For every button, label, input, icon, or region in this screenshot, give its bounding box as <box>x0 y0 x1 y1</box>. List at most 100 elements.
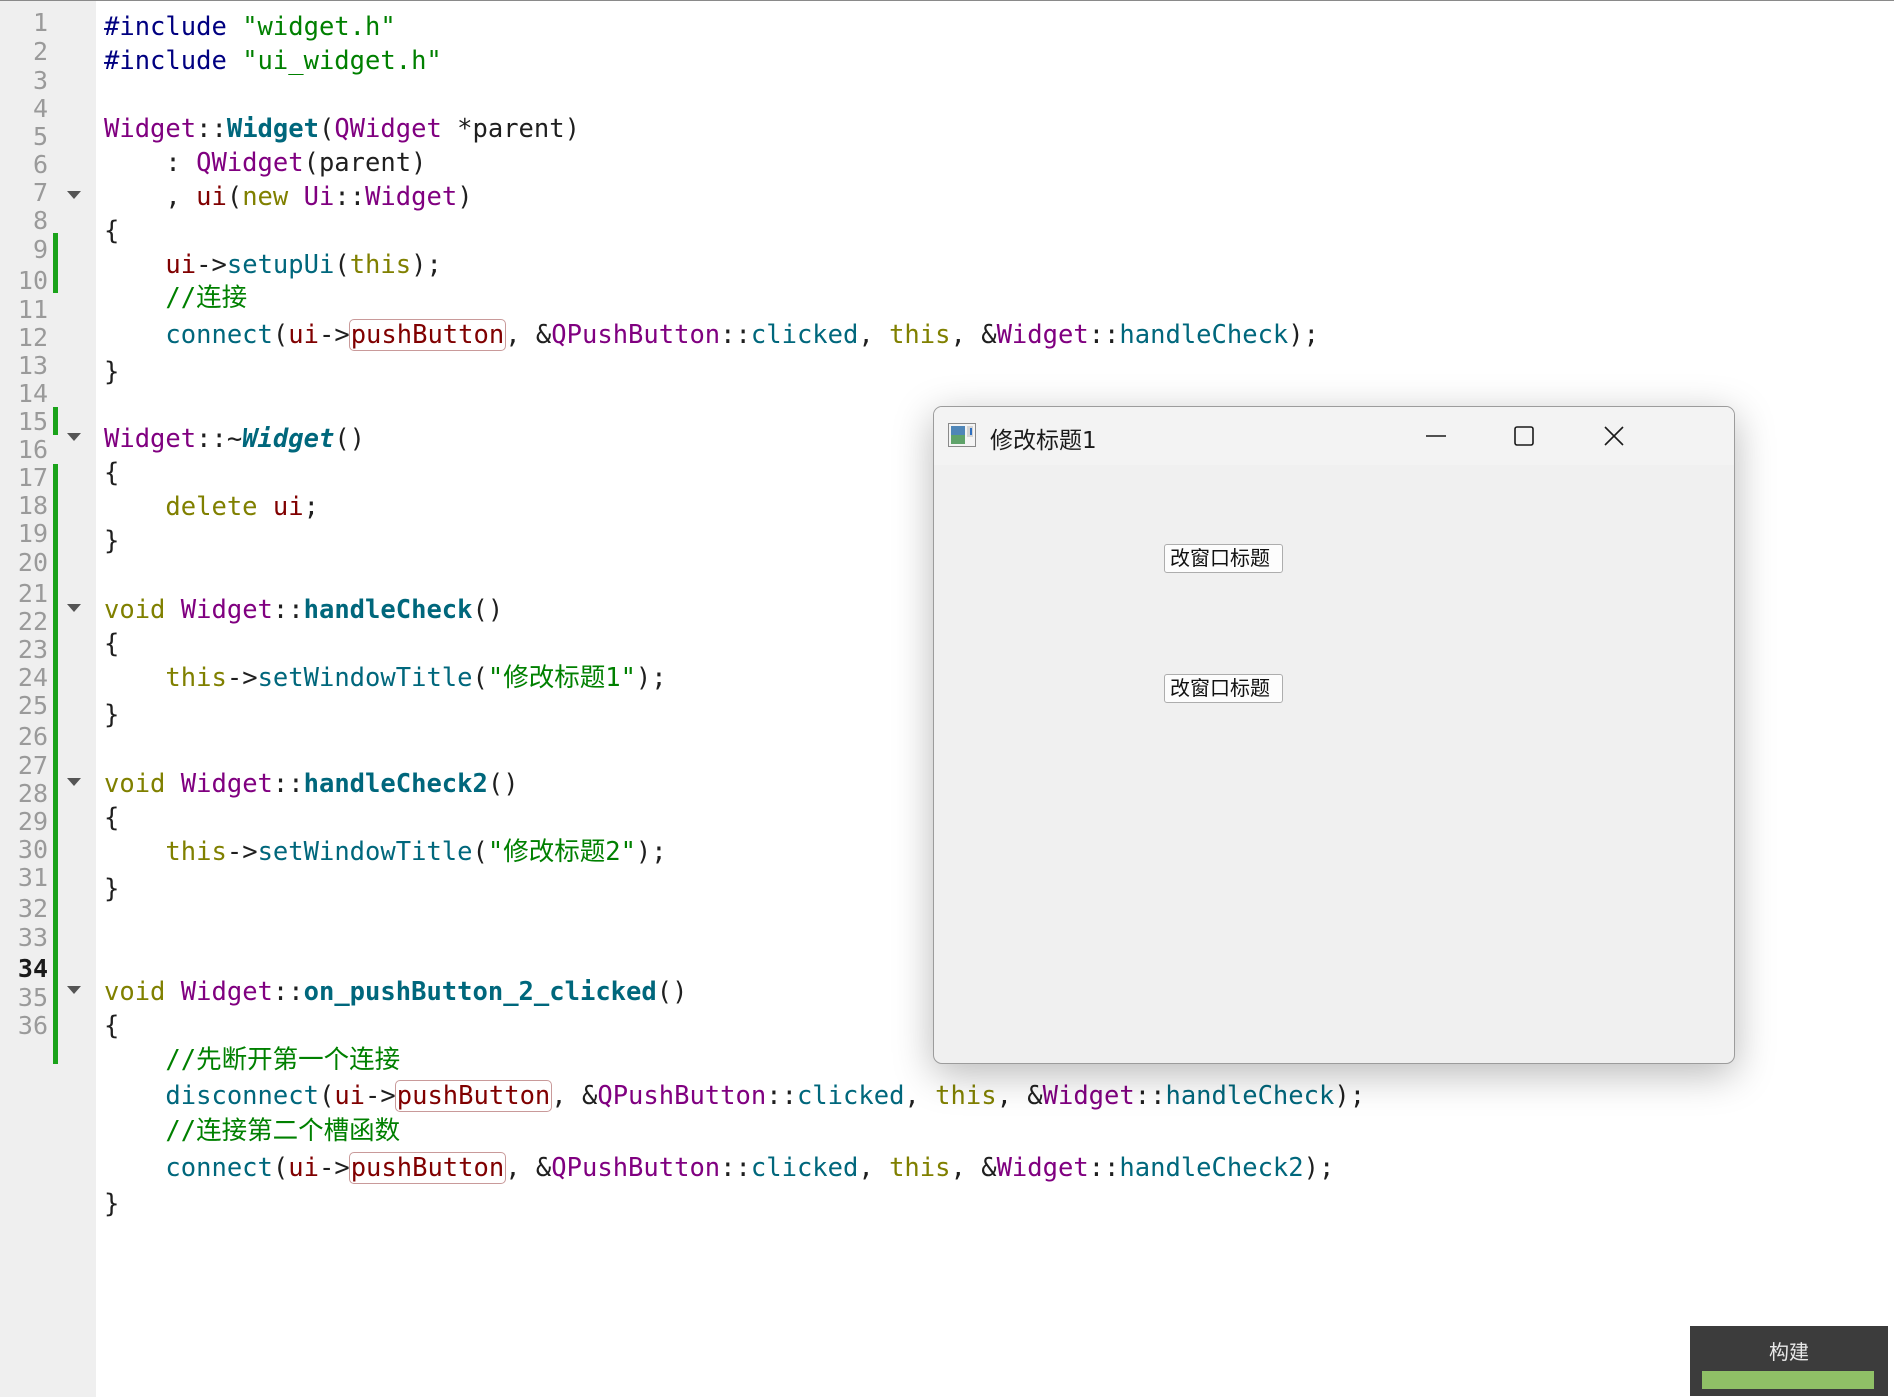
brace-token: } <box>104 526 120 556</box>
punct-token: ); <box>1303 1153 1335 1183</box>
code-line-31[interactable]: //先断开第一个连接 <box>104 1043 400 1077</box>
code-line-30[interactable]: { <box>104 1009 119 1043</box>
type-token: QPushButton <box>551 1153 721 1183</box>
function-token: clicked <box>750 1153 859 1183</box>
code-line-10[interactable]: connect(ui->pushButton, &QPushButton::cl… <box>104 318 1319 352</box>
code-line-2[interactable]: #include "ui_widget.h" <box>104 44 442 78</box>
type-token: QPushButton <box>551 320 721 350</box>
punct-token: -> <box>365 1081 396 1111</box>
brace-token: { <box>104 629 120 659</box>
code-line-20[interactable]: this->setWindowTitle("修改标题1"); <box>104 661 666 695</box>
punct-token: , & <box>505 1153 552 1183</box>
code-line-14[interactable]: { <box>104 456 119 490</box>
minimize-icon <box>1426 435 1446 437</box>
code-line-18[interactable]: void Widget::handleCheck() <box>104 593 503 627</box>
keyword-token: void <box>104 977 166 1007</box>
app-window[interactable]: 修改标题1 改窗口标题 改窗口标题 <box>933 406 1735 1064</box>
punct-token: : <box>104 148 197 178</box>
code-line-7[interactable]: { <box>104 214 119 248</box>
keyword-token: delete <box>165 492 258 522</box>
code-line-6[interactable]: , ui(new Ui::Widget) <box>104 180 472 214</box>
code-line-24[interactable]: { <box>104 801 119 835</box>
code-line-33[interactable]: //连接第二个槽函数 <box>104 1114 400 1148</box>
change-title-button-1[interactable]: 改窗口标题 <box>1164 544 1283 573</box>
close-button[interactable] <box>1570 407 1658 465</box>
change-title-button-2[interactable]: 改窗口标题 <box>1164 674 1283 703</box>
punct-token: ( <box>472 663 488 693</box>
keyword-token: this <box>889 320 951 350</box>
constructor-token: Widget <box>226 114 319 144</box>
code-line-35[interactable]: } <box>104 1187 119 1221</box>
maximize-icon <box>1514 426 1534 446</box>
punct-token: () <box>487 769 519 799</box>
code-line-25[interactable]: this->setWindowTitle("修改标题2"); <box>104 835 667 869</box>
comment-token: //连接第二个槽函数 <box>165 1116 401 1146</box>
punct-token: :: <box>720 1153 751 1183</box>
fold-arrow-icon[interactable] <box>67 191 81 199</box>
class-token: Widget <box>180 595 273 625</box>
fold-arrow-icon[interactable] <box>67 433 81 441</box>
build-progress-panel[interactable]: 构建 <box>1690 1326 1888 1396</box>
string-token: "修改标题2" <box>487 837 636 867</box>
punct-token: -> <box>226 663 258 693</box>
member-token: ui <box>288 1153 319 1183</box>
fold-arrow-icon[interactable] <box>67 778 81 786</box>
code-line-13[interactable]: Widget::~Widget() <box>104 422 365 456</box>
punct-token: ; <box>303 492 319 522</box>
change-bar-modified <box>53 464 58 1064</box>
punct-token: () <box>334 424 366 454</box>
type-token: QPushButton <box>597 1081 767 1111</box>
fold-arrow-icon[interactable] <box>67 986 81 994</box>
punct-token: :: <box>272 977 304 1007</box>
window-title-bar[interactable]: 修改标题1 <box>934 407 1734 465</box>
preprocessor-token: #include <box>104 46 227 76</box>
code-line-9[interactable]: //连接 <box>104 281 247 315</box>
destructor-token: Widget <box>242 424 335 454</box>
string-token: "修改标题1" <box>487 663 636 693</box>
punct-token: , <box>104 182 197 212</box>
punct-token: ); <box>635 837 667 867</box>
line-number: 36 <box>17 1011 48 1040</box>
code-line-1[interactable]: #include "widget.h" <box>104 10 396 44</box>
punct-token: , & <box>950 320 997 350</box>
comment-token: //先断开第一个连接 <box>165 1045 401 1075</box>
code-line-16[interactable]: } <box>104 524 119 558</box>
code-line-4[interactable]: Widget::Widget(QWidget *parent) <box>104 112 580 146</box>
punct-token: ); <box>1334 1081 1366 1111</box>
code-line-32[interactable]: disconnect(ui->pushButton, &QPushButton:… <box>104 1079 1365 1113</box>
maximize-button[interactable] <box>1480 407 1568 465</box>
punct-token: :: <box>1088 320 1120 350</box>
minimize-button[interactable] <box>1392 407 1480 465</box>
code-line-11[interactable]: } <box>104 355 119 389</box>
code-line-26[interactable]: } <box>104 872 119 906</box>
code-line-19[interactable]: { <box>104 627 119 661</box>
punct-token: :: <box>1134 1081 1166 1111</box>
highlighted-symbol: pushButton <box>394 1080 553 1112</box>
member-token: ui <box>196 182 227 212</box>
type-token: QWidget <box>196 148 304 178</box>
namespace-token: Ui <box>303 182 335 212</box>
function-token: setWindowTitle <box>257 663 473 693</box>
fold-arrow-icon[interactable] <box>67 604 81 612</box>
code-line-15[interactable]: delete ui; <box>104 490 319 524</box>
function-token: clicked <box>750 320 859 350</box>
code-line-29[interactable]: void Widget::on_pushButton_2_clicked() <box>104 975 687 1009</box>
comment-token: //连接 <box>165 283 248 313</box>
class-token: Widget <box>104 114 197 144</box>
punct-token: ); <box>1288 320 1320 350</box>
code-line-23[interactable]: void Widget::handleCheck2() <box>104 767 519 801</box>
code-line-21[interactable]: } <box>104 698 119 732</box>
keyword-token: this <box>349 250 412 280</box>
punct-token: , & <box>950 1153 997 1183</box>
punct-token: , <box>904 1081 936 1111</box>
code-line-5[interactable]: : QWidget(parent) <box>104 146 426 180</box>
class-token: Widget <box>180 769 273 799</box>
change-bar-modified <box>53 407 58 435</box>
code-line-8[interactable]: ui->setupUi(this); <box>104 248 441 282</box>
code-line-34[interactable]: connect(ui->pushButton, &QPushButton::cl… <box>104 1151 1334 1185</box>
